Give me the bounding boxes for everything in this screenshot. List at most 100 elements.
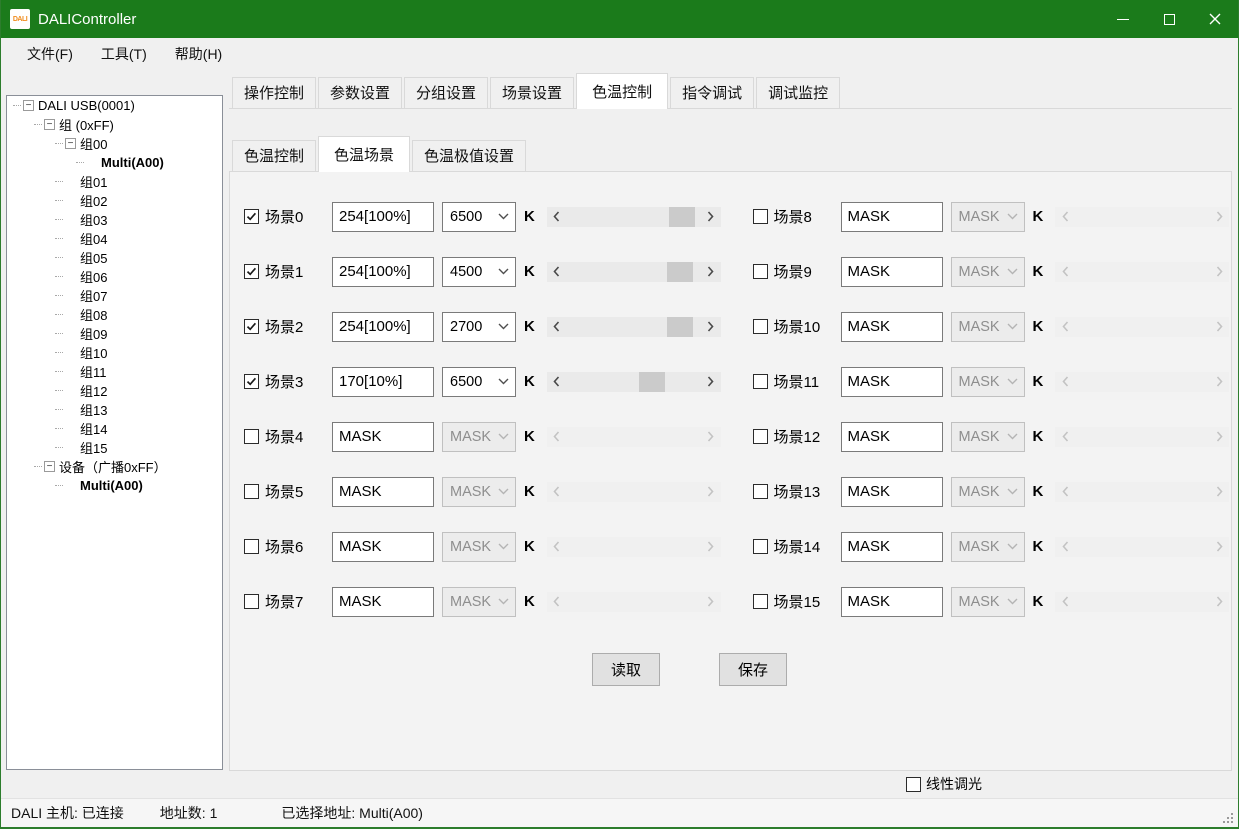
- tree-expander-icon[interactable]: −: [23, 100, 34, 111]
- scene-temp-select[interactable]: 6500: [442, 202, 516, 232]
- resize-grip-icon[interactable]: [1231, 821, 1233, 823]
- tree-node[interactable]: 组07: [7, 286, 222, 305]
- main-tab-3[interactable]: 场景设置: [490, 77, 574, 108]
- scene-value-input[interactable]: [332, 587, 434, 617]
- scroll-right-icon[interactable]: [701, 262, 721, 282]
- scene-temp-select[interactable]: MASK: [951, 587, 1025, 617]
- menu-item[interactable]: 工具(T): [87, 39, 161, 69]
- scroll-left-icon[interactable]: [547, 372, 567, 392]
- scene-checkbox[interactable]: [244, 484, 259, 499]
- tree-node[interactable]: 组06: [7, 267, 222, 286]
- tree-node[interactable]: −组 (0xFF): [7, 115, 222, 134]
- tree-expander-icon[interactable]: −: [65, 138, 76, 149]
- scene-temp-select[interactable]: 6500: [442, 367, 516, 397]
- scene-checkbox[interactable]: [753, 209, 768, 224]
- scroll-left-icon[interactable]: [547, 317, 567, 337]
- read-button[interactable]: 读取: [592, 653, 660, 686]
- scene-value-input[interactable]: [332, 477, 434, 507]
- main-tab-2[interactable]: 分组设置: [404, 77, 488, 108]
- scrollbar-thumb[interactable]: [667, 317, 693, 337]
- close-button[interactable]: [1192, 0, 1238, 38]
- scene-value-input[interactable]: [841, 587, 943, 617]
- scene-temp-select[interactable]: MASK: [951, 477, 1025, 507]
- scene-checkbox[interactable]: [753, 264, 768, 279]
- tree-node[interactable]: 组01: [7, 172, 222, 191]
- tree-expander-icon[interactable]: −: [44, 119, 55, 130]
- scene-temp-select[interactable]: MASK: [951, 202, 1025, 232]
- temperature-scrollbar[interactable]: [547, 207, 721, 227]
- save-button[interactable]: 保存: [719, 653, 787, 686]
- scene-value-input[interactable]: [332, 202, 434, 232]
- scene-value-input[interactable]: [332, 532, 434, 562]
- menu-item[interactable]: 帮助(H): [161, 39, 236, 69]
- tree-node[interactable]: −组00: [7, 134, 222, 153]
- scene-temp-select[interactable]: MASK: [442, 477, 516, 507]
- device-tree[interactable]: −DALI USB(0001)−组 (0xFF)−组00 Multi(A00) 组0…: [6, 95, 223, 770]
- scene-temp-select[interactable]: MASK: [951, 257, 1025, 287]
- tree-node[interactable]: −设备（广播0xFF）: [7, 457, 222, 476]
- scroll-right-icon[interactable]: [701, 372, 721, 392]
- scrollbar-thumb[interactable]: [667, 262, 693, 282]
- scene-value-input[interactable]: [332, 257, 434, 287]
- main-tab-6[interactable]: 调试监控: [756, 77, 840, 108]
- tree-node[interactable]: 组10: [7, 343, 222, 362]
- tree-node[interactable]: 组05: [7, 248, 222, 267]
- scene-temp-select[interactable]: MASK: [951, 422, 1025, 452]
- tree-node[interactable]: 组11: [7, 362, 222, 381]
- scene-checkbox[interactable]: [244, 374, 259, 389]
- scene-value-input[interactable]: [841, 477, 943, 507]
- scene-checkbox[interactable]: [753, 484, 768, 499]
- scroll-left-icon[interactable]: [547, 207, 567, 227]
- scene-checkbox[interactable]: [244, 264, 259, 279]
- scroll-right-icon[interactable]: [701, 207, 721, 227]
- temperature-scrollbar[interactable]: [547, 262, 721, 282]
- scene-temp-select[interactable]: MASK: [951, 312, 1025, 342]
- scrollbar-track[interactable]: [567, 372, 701, 392]
- tree-node[interactable]: 组14: [7, 419, 222, 438]
- scene-checkbox[interactable]: [244, 319, 259, 334]
- scene-value-input[interactable]: [332, 312, 434, 342]
- tree-node[interactable]: 组08: [7, 305, 222, 324]
- scene-temp-select[interactable]: MASK: [951, 367, 1025, 397]
- scene-temp-select[interactable]: MASK: [951, 532, 1025, 562]
- scrollbar-thumb[interactable]: [639, 372, 665, 392]
- scene-temp-select[interactable]: MASK: [442, 422, 516, 452]
- scroll-right-icon[interactable]: [701, 317, 721, 337]
- scene-value-input[interactable]: [841, 257, 943, 287]
- scene-checkbox[interactable]: [753, 374, 768, 389]
- main-tab-4[interactable]: 色温控制: [576, 73, 668, 109]
- scene-checkbox[interactable]: [244, 594, 259, 609]
- tree-node[interactable]: 组15: [7, 438, 222, 457]
- scene-checkbox[interactable]: [244, 209, 259, 224]
- scene-value-input[interactable]: [841, 202, 943, 232]
- scrollbar-track[interactable]: [567, 317, 701, 337]
- scroll-left-icon[interactable]: [547, 262, 567, 282]
- scene-value-input[interactable]: [841, 532, 943, 562]
- scene-checkbox[interactable]: [753, 319, 768, 334]
- temperature-scrollbar[interactable]: [547, 372, 721, 392]
- main-tab-0[interactable]: 操作控制: [232, 77, 316, 108]
- scene-temp-select[interactable]: MASK: [442, 587, 516, 617]
- main-tab-1[interactable]: 参数设置: [318, 77, 402, 108]
- minimize-button[interactable]: [1100, 0, 1146, 38]
- scrollbar-track[interactable]: [567, 262, 701, 282]
- tree-node[interactable]: 组13: [7, 400, 222, 419]
- tree-node[interactable]: 组09: [7, 324, 222, 343]
- tree-node[interactable]: 组02: [7, 191, 222, 210]
- scene-value-input[interactable]: [332, 367, 434, 397]
- scene-value-input[interactable]: [332, 422, 434, 452]
- scrollbar-track[interactable]: [567, 207, 701, 227]
- sub-tab-0[interactable]: 色温控制: [232, 140, 316, 171]
- scene-checkbox[interactable]: [244, 539, 259, 554]
- tree-node[interactable]: −DALI USB(0001): [7, 96, 222, 115]
- linear-dimming-checkbox[interactable]: [906, 777, 921, 792]
- sub-tab-2[interactable]: 色温极值设置: [412, 140, 526, 171]
- main-tab-5[interactable]: 指令调试: [670, 77, 754, 108]
- sub-tab-1[interactable]: 色温场景: [318, 136, 410, 172]
- temperature-scrollbar[interactable]: [547, 317, 721, 337]
- tree-node[interactable]: 组04: [7, 229, 222, 248]
- scene-checkbox[interactable]: [753, 539, 768, 554]
- tree-node[interactable]: Multi(A00): [7, 476, 222, 495]
- scene-temp-select[interactable]: 4500: [442, 257, 516, 287]
- scene-temp-select[interactable]: MASK: [442, 532, 516, 562]
